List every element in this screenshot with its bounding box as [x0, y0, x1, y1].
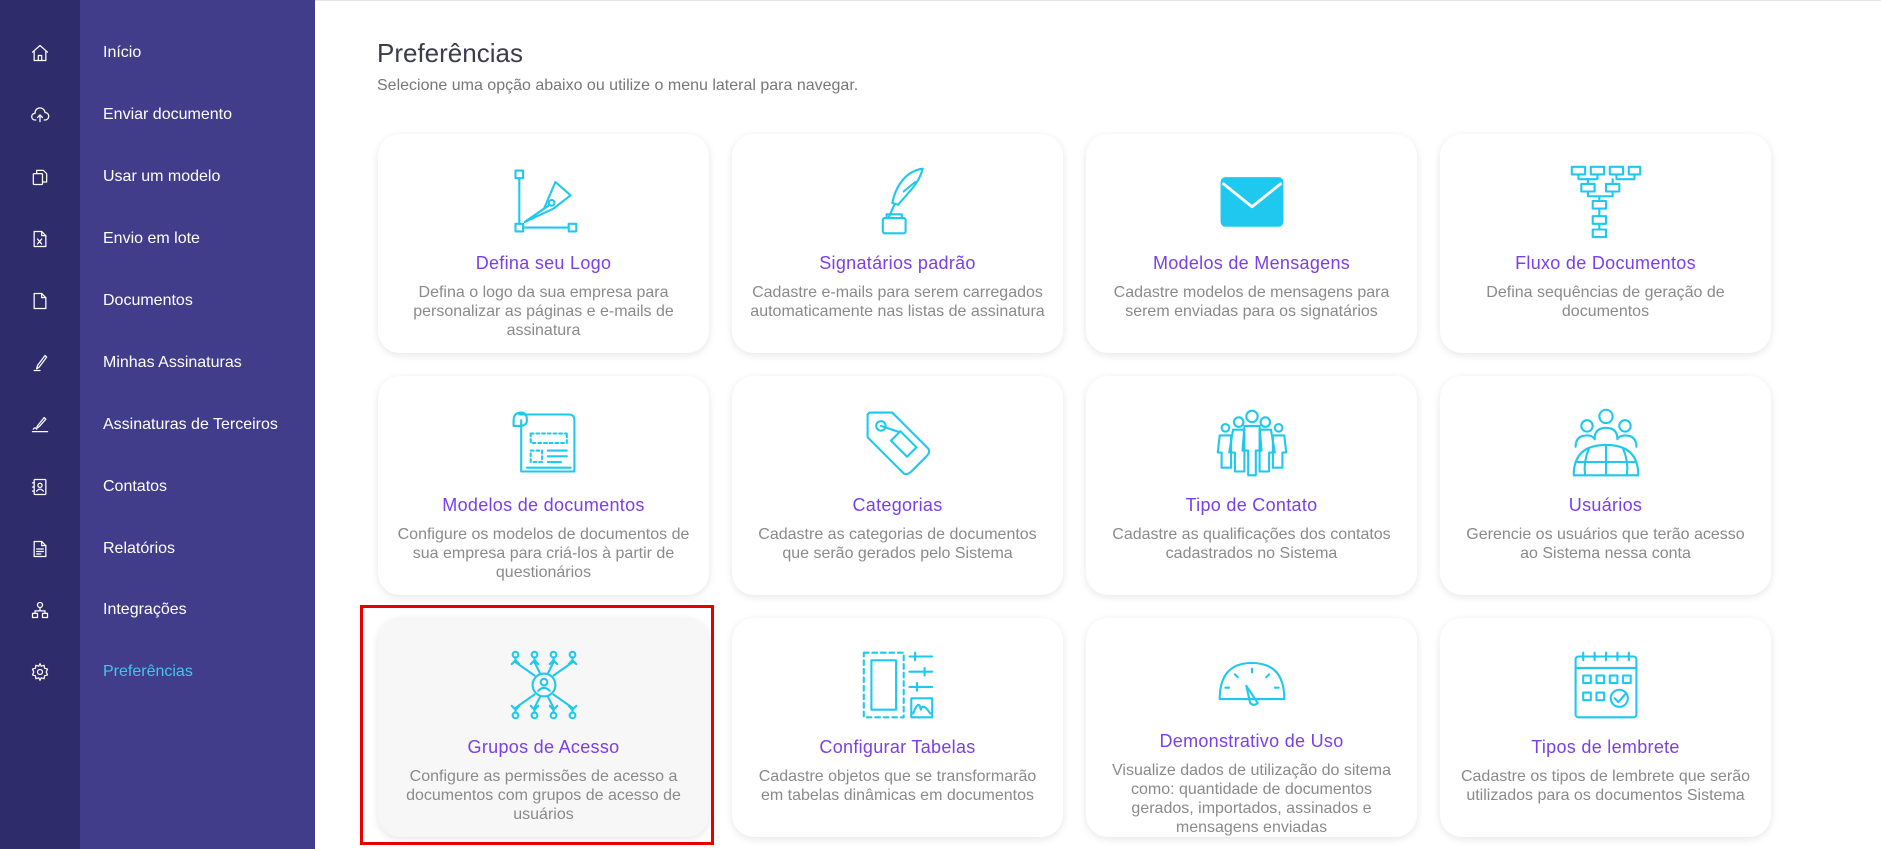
flowchart-icon: [1563, 158, 1649, 244]
pen-icon: [0, 353, 80, 373]
card-title: Configurar Tabelas: [819, 737, 976, 757]
sidebar-item-relatorios[interactable]: Relatórios: [0, 529, 315, 569]
table-config-icon: [855, 642, 941, 728]
template-scroll-icon: [501, 400, 587, 486]
card-modelos-mensagens[interactable]: Modelos de Mensagens Cadastre modelos de…: [1086, 134, 1417, 353]
card-signatarios-padrao[interactable]: Signatários padrão Cadastre e-mails para…: [732, 134, 1063, 353]
card-title: Tipos de lembrete: [1531, 737, 1680, 757]
sidebar-item-preferencias[interactable]: Preferências: [0, 652, 315, 692]
page-subtitle: Selecione uma opção abaixo ou utilize o …: [377, 77, 859, 94]
sidebar-item-envio-lote[interactable]: Envio em lote: [0, 219, 315, 259]
card-title: Defina seu Logo: [475, 253, 612, 273]
card-title: Usuários: [1568, 495, 1643, 515]
sidebar-item-integracoes[interactable]: Integrações: [0, 590, 315, 630]
page-title: Preferências: [377, 38, 523, 68]
card-title: Demonstrativo de Uso: [1159, 731, 1344, 751]
sidebar-item-label: Integrações: [103, 601, 187, 618]
integrations-icon: [0, 600, 80, 620]
sidebar-item-label: Início: [103, 44, 142, 61]
card-tipo-contato[interactable]: Tipo de Contato Cadastre as qualificaçõe…: [1086, 376, 1417, 595]
sidebar-item-usar-modelo[interactable]: Usar um modelo: [0, 157, 315, 197]
card-description: Configure os modelos de documentos de su…: [397, 526, 690, 581]
sidebar-item-label: Relatórios: [103, 540, 176, 557]
users-globe-icon: [1563, 400, 1649, 486]
calendar-check-icon: [1563, 642, 1649, 728]
contacts-icon: [0, 477, 80, 497]
sidebar-item-label: Assinaturas de Terceiros: [103, 416, 278, 433]
sidebar-item-assinaturas-terceiros[interactable]: Assinaturas de Terceiros: [0, 405, 315, 445]
card-description: Cadastre as categorias de documentos que…: [758, 526, 1037, 562]
card-description: Defina o logo da sua empresa para person…: [413, 284, 674, 339]
sidebar-item-contatos[interactable]: Contatos: [0, 467, 315, 507]
tag-icon: [855, 400, 941, 486]
document-icon: [0, 291, 80, 311]
home-icon: [0, 43, 80, 63]
card-defina-logo[interactable]: Defina seu Logo Defina o logo da sua emp…: [378, 134, 709, 353]
card-description: Defina sequências de geração de document…: [1486, 284, 1725, 320]
card-usuarios[interactable]: Usuários Gerencie os usuários que terão …: [1440, 376, 1771, 595]
card-description: Cadastre objetos que se transformarão em…: [758, 768, 1037, 804]
card-categorias[interactable]: Categorias Cadastre as categorias de doc…: [732, 376, 1063, 595]
card-title: Tipo de Contato: [1185, 495, 1318, 515]
gauge-icon: [1209, 642, 1295, 722]
report-icon: [0, 539, 80, 559]
envelope-icon: [1209, 158, 1295, 244]
card-title: Modelos de documentos: [442, 495, 645, 515]
card-title: Fluxo de Documentos: [1515, 253, 1696, 273]
people-group-icon: [1209, 400, 1295, 486]
card-description: Gerencie os usuários que terão acesso ao…: [1466, 526, 1745, 562]
copy-icon: [0, 167, 80, 187]
gear-icon: [0, 662, 80, 682]
sidebar-item-label: Usar um modelo: [103, 168, 221, 185]
sidebar-item-label: Minhas Assinaturas: [103, 354, 242, 371]
cloud-upload-icon: [0, 105, 80, 125]
selection-highlight-box: [360, 605, 714, 845]
sidebar-item-label: Enviar documento: [103, 106, 232, 123]
card-configurar-tabelas[interactable]: Configurar Tabelas Cadastre objetos que …: [732, 618, 1063, 837]
card-title: Signatários padrão: [819, 253, 976, 273]
pen-tool-icon: [501, 158, 587, 244]
signature-icon: [0, 415, 80, 435]
card-fluxo-documentos[interactable]: Fluxo de Documentos Defina sequências de…: [1440, 134, 1771, 353]
card-demonstrativo-uso[interactable]: Demonstrativo de Uso Visualize dados de …: [1086, 618, 1417, 837]
card-title: Categorias: [852, 495, 943, 515]
sidebar-item-minhas-assinaturas[interactable]: Minhas Assinaturas: [0, 343, 315, 383]
sidebar-item-enviar-documento[interactable]: Enviar documento: [0, 95, 315, 135]
card-modelos-documentos[interactable]: Modelos de documentos Configure os model…: [378, 376, 709, 595]
card-description: Cadastre e-mails para serem carregados a…: [750, 284, 1045, 320]
sidebar-item-label: Contatos: [103, 478, 168, 495]
card-description: Visualize dados de utilização do sitema …: [1112, 762, 1391, 836]
card-tipos-lembrete[interactable]: Tipos de lembrete Cadastre os tipos de l…: [1440, 618, 1771, 837]
sidebar-item-label: Documentos: [103, 292, 193, 309]
excel-file-icon: [0, 229, 80, 249]
sidebar-item-label: Preferências: [103, 663, 193, 680]
card-description: Cadastre as qualificações dos contatos c…: [1112, 526, 1391, 562]
quill-inkwell-icon: [855, 158, 941, 244]
card-title: Modelos de Mensagens: [1152, 253, 1351, 273]
sidebar-item-documentos[interactable]: Documentos: [0, 281, 315, 321]
sidebar-item-inicio[interactable]: Início: [0, 33, 315, 73]
sidebar-item-label: Envio em lote: [103, 230, 200, 247]
card-description: Cadastre modelos de mensagens para serem…: [1113, 284, 1390, 320]
top-border: [315, 0, 1881, 1]
card-description: Cadastre os tipos de lembrete que serão …: [1460, 768, 1751, 804]
